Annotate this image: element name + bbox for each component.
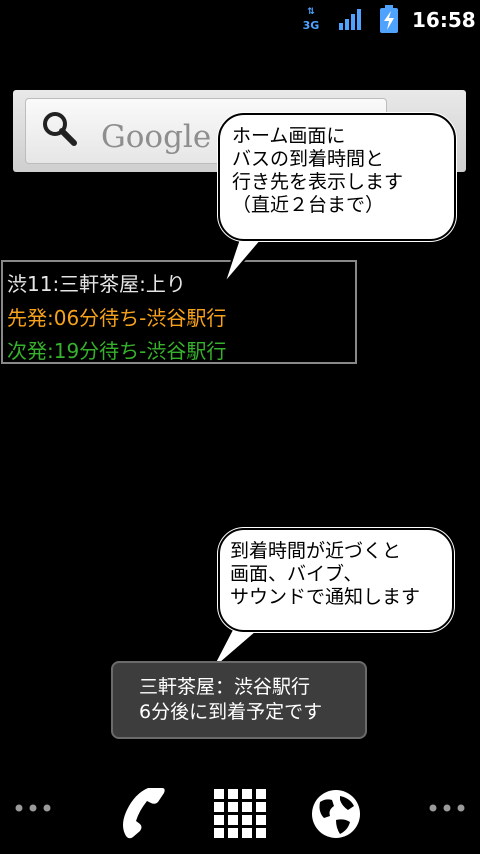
callout-bottom-line: サウンドで通知します bbox=[230, 586, 421, 608]
callout-bottom-line: 画面、バイブ、 bbox=[230, 563, 363, 585]
next-departure: 次発:19分待ち-渋谷駅行 bbox=[7, 339, 227, 363]
bus-arrival-widget[interactable]: 渋11:三軒茶屋:上り 先発:06分待ち-渋谷駅行 次発:19分待ち-渋谷駅行 bbox=[1, 260, 357, 364]
google-logo: Google bbox=[101, 119, 212, 155]
callout-top-line: 行き先を表示します bbox=[232, 171, 404, 193]
callout-bottom: 到着時間が近づくと 画面、バイブ、 サウンドで通知します bbox=[218, 528, 454, 632]
callout-top-line: ホーム画面に bbox=[232, 125, 346, 147]
arrival-toast: 三軒茶屋：渋谷駅行 6分後に到着予定です bbox=[111, 661, 367, 739]
status-bar: ⇅ 3G 16:58 bbox=[0, 0, 480, 38]
clock-time: 16:58 bbox=[412, 8, 476, 32]
apps-grid-icon[interactable] bbox=[214, 789, 266, 839]
search-icon bbox=[43, 112, 77, 146]
toast-line-1: 三軒茶屋：渋谷駅行 bbox=[139, 676, 311, 698]
more-dots-icon[interactable] bbox=[428, 800, 466, 816]
callout-top-line: （直近２台まで） bbox=[232, 194, 385, 216]
network-3g-icon: ⇅ 3G bbox=[302, 7, 320, 32]
battery-charging-icon bbox=[380, 5, 398, 33]
first-departure: 先発:06分待ち-渋谷駅行 bbox=[7, 306, 227, 330]
callout-bottom-line: 到着時間が近づくと bbox=[230, 540, 402, 562]
callout-top-line: バスの到着時間と bbox=[232, 148, 385, 170]
toast-line-2: 6分後に到着予定です bbox=[139, 701, 323, 723]
browser-globe-icon[interactable] bbox=[310, 788, 362, 840]
signal-strength-icon bbox=[339, 9, 361, 30]
bus-route-stop: 渋11:三軒茶屋:上り bbox=[7, 272, 186, 296]
callout-top: ホーム画面に バスの到着時間と 行き先を表示します （直近２台まで） bbox=[218, 113, 456, 241]
more-dots-icon[interactable] bbox=[14, 800, 52, 816]
phone-icon[interactable] bbox=[118, 784, 168, 840]
